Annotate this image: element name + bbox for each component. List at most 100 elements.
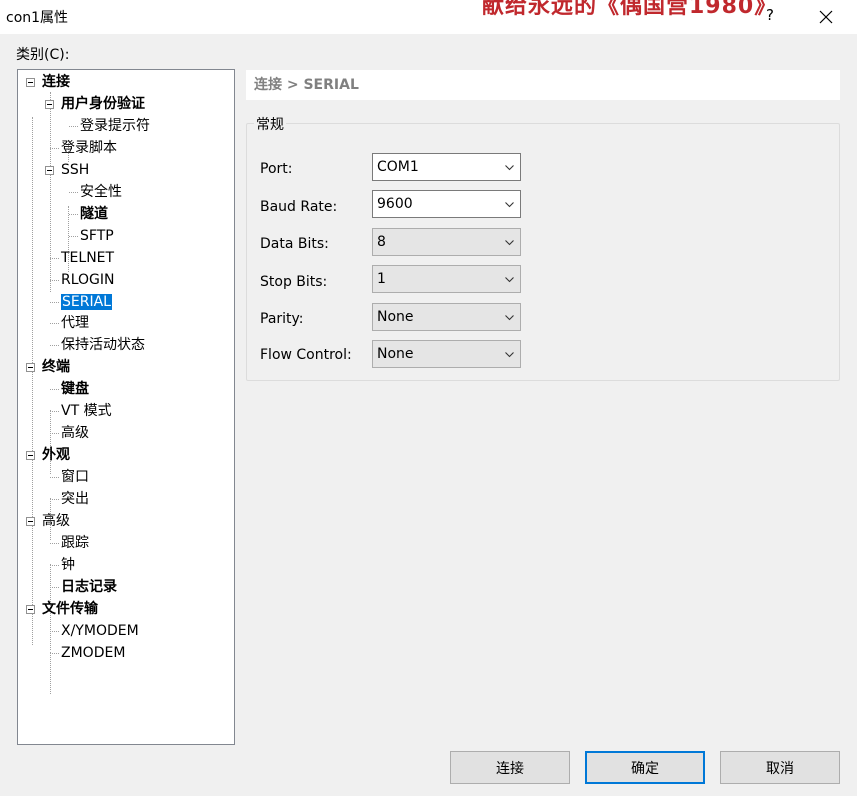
close-icon [819,10,833,24]
chevron-down-icon [505,165,514,171]
tree-item[interactable]: 高级 [42,511,70,531]
collapse-icon[interactable] [26,517,35,526]
tree-connector [50,652,51,694]
tree-item[interactable]: 外观 [42,445,70,465]
tree-connector [50,257,59,259]
collapse-icon[interactable] [45,99,54,109]
collapse-icon[interactable] [45,165,54,175]
tree-item-label: RLOGIN [61,271,115,288]
tree-item[interactable]: TELNET [61,248,114,268]
window-title: con1属性 [6,10,69,26]
tree-item[interactable]: 代理 [61,313,89,333]
tree-item[interactable]: 登录脚本 [61,138,117,158]
tree-item-label: 登录脚本 [61,139,117,156]
tree-connector [69,213,78,215]
ok-button[interactable]: 确定 [585,751,705,784]
tree-item[interactable]: 钟 [61,555,75,575]
chevron-down-icon [505,352,514,358]
flow-control-select[interactable]: None [372,340,521,368]
port-select[interactable]: COM1 [372,153,521,181]
tree-connector [50,147,59,149]
collapse-icon[interactable] [26,363,35,373]
tree-item[interactable]: SFTP [80,226,114,246]
port-value: COM1 [377,159,419,175]
tree-item[interactable]: VT 模式 [61,401,112,421]
tree-item-label: 日志记录 [61,578,117,595]
collapse-icon[interactable] [26,78,35,87]
tree-item[interactable]: 跟踪 [61,533,89,553]
tree-item[interactable]: RLOGIN [61,270,115,290]
chevron-down-icon [505,202,514,208]
properties-dialog: 类别(C): 连接 用户身份验证 登录提示符 登录脚本 SSH 安全性 隧道 SFTP TELN… [0,34,857,796]
data-bits-value: 8 [377,234,386,250]
breadcrumb: 连接 > SERIAL [246,70,840,100]
tree-item[interactable]: ZMODEM [61,643,125,663]
tree-item[interactable]: SSH [61,160,89,180]
chevron-down-icon [505,315,514,321]
baud-rate-select[interactable]: 9600 [372,190,521,218]
tree-item-label: 连接 [42,74,70,90]
tree-connector [69,191,78,193]
tree-connector [50,411,59,413]
chevron-down-icon [505,240,514,246]
chevron-down-icon [505,277,514,283]
tree-item[interactable]: 键盘 [61,379,89,399]
tree-item[interactable]: 用户身份验证 [61,94,145,114]
category-tree[interactable]: 连接用户身份验证登录提示符登录脚本 SSH 安全性隧道 SFTP TELNET RLOGI… [17,69,235,745]
tree-item[interactable]: 文件传输 [42,599,98,619]
tree-item[interactable]: 保持活动状态 [61,335,145,355]
tree-connector [50,323,59,325]
data-bits-label: Data Bits: [260,236,329,252]
tree-connector [69,125,78,127]
tree-item[interactable]: 终端 [42,357,70,377]
tree-item-label: 高级 [61,425,89,442]
tree-item-label: 文件传输 [42,600,98,617]
tree-item[interactable]: SERIAL [61,292,112,312]
group-title: 常规 [254,114,286,134]
tree-connector [50,477,59,479]
parity-value: None [377,309,414,325]
help-button[interactable]: ? [760,6,780,24]
tree-item-label: 跟踪 [61,534,89,551]
tree-item[interactable]: X/YMODEM [61,621,139,641]
connect-button[interactable]: 连接 [450,751,570,784]
tree-item-label: X/YMODEM [61,622,139,639]
close-button[interactable] [812,4,840,30]
tree-item-label: 用户身份验证 [61,95,145,112]
tree-item[interactable]: 窗口 [61,467,89,487]
tree-item[interactable]: 连接 [42,72,70,92]
flow-control-label: Flow Control: [260,347,352,363]
tree-connector [50,92,51,292]
watermark-text: 献给永远的《偶国营1980》 [482,0,778,19]
tree-item[interactable]: 日志记录 [61,577,117,597]
stop-bits-select[interactable]: 1 [372,265,521,293]
port-label: Port: [260,161,293,177]
tree-connector [50,586,59,588]
tree-item-label: ZMODEM [61,644,126,661]
tree-connector [50,499,59,501]
collapse-icon[interactable] [26,604,35,614]
tree-item-label: SERIAL [61,293,112,310]
general-group [246,123,840,381]
data-bits-select[interactable]: 8 [372,228,521,256]
tree-item[interactable]: 隧道 [80,204,108,224]
tree-item-label: 隧道 [80,205,108,222]
tree-item[interactable]: 突出 [61,489,89,509]
tree-item-label: 保持活动状态 [61,337,145,354]
tree-connector [50,652,59,654]
tree-item[interactable]: 高级 [61,423,89,443]
tree-item-label: SFTP [80,227,114,244]
tree-connector [50,389,59,391]
flow-control-value: None [377,346,414,362]
baud-rate-label: Baud Rate: [260,199,338,215]
tree-item-label: 高级 [42,513,70,529]
tree-item-label: 安全性 [80,183,122,200]
tree-item[interactable]: 登录提示符 [80,116,150,136]
collapse-icon[interactable] [26,451,35,461]
cancel-button[interactable]: 取消 [720,751,840,784]
tree-item-label: VT 模式 [61,403,112,420]
tree-item-label: 外观 [42,447,70,464]
tree-connector [50,279,59,281]
parity-select[interactable]: None [372,303,521,331]
tree-item[interactable]: 安全性 [80,182,122,202]
